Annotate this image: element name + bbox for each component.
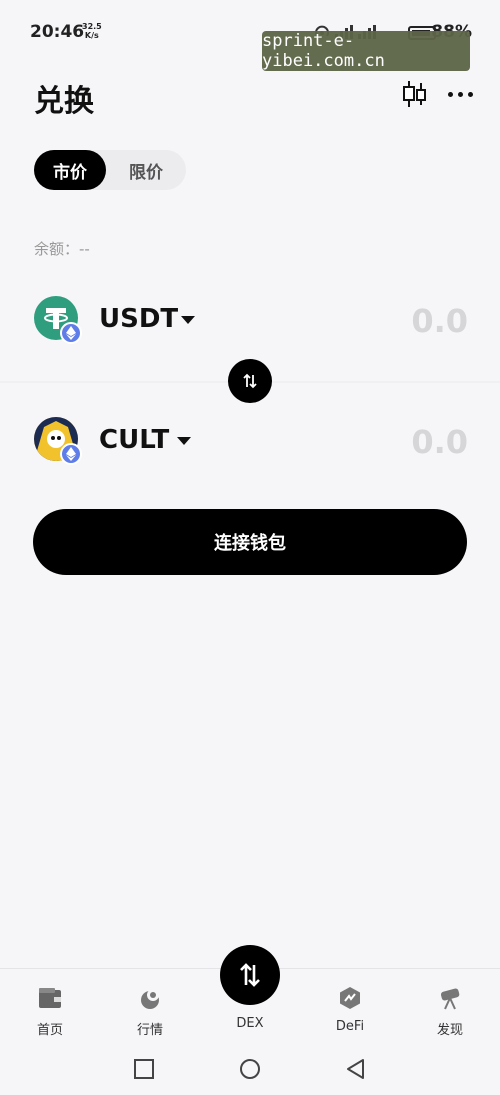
tab-limit[interactable]: 限价 <box>106 150 186 190</box>
ethereum-icon <box>60 322 82 344</box>
balance-label: 余额：-- <box>34 240 90 258</box>
swap-arrows-icon <box>243 373 257 389</box>
order-type-tabs: 市价 限价 <box>34 150 186 190</box>
from-token-row: USDT 0.0 <box>34 296 468 346</box>
network-speed: 32.5 K/s <box>82 22 102 40</box>
ethereum-icon <box>60 443 82 465</box>
telescope-icon <box>437 985 463 1011</box>
to-amount-input[interactable]: 0.0 <box>411 423 468 461</box>
more-dots-icon[interactable] <box>448 86 476 102</box>
network-speed-unit: K/s <box>84 31 99 40</box>
nav-label-discover: 发现 <box>436 1023 463 1038</box>
nav-item-home[interactable]: 首页 <box>15 985 85 1038</box>
home-icon[interactable] <box>239 1058 261 1080</box>
nav-item-discover[interactable]: 发现 <box>415 985 485 1038</box>
to-token-row: CULT 0.0 <box>34 417 468 467</box>
swap-direction-button[interactable] <box>228 359 272 403</box>
defi-icon <box>337 985 363 1011</box>
status-time: 20:46 <box>30 22 85 42</box>
watermark: sprint-e-yibei.com.cn <box>262 31 470 71</box>
chevron-down-icon[interactable] <box>181 316 195 324</box>
swap-icon <box>240 963 260 987</box>
system-nav-bar <box>0 1040 500 1095</box>
tab-market[interactable]: 市价 <box>34 150 106 190</box>
nav-label-market: 行情 <box>136 1023 163 1038</box>
page-title: 兑换 <box>34 84 94 119</box>
wallet-icon <box>37 985 63 1011</box>
market-icon <box>137 985 163 1011</box>
from-token-symbol[interactable]: USDT <box>99 304 178 334</box>
from-amount-input[interactable]: 0.0 <box>411 302 468 340</box>
network-speed-value: 32.5 <box>82 22 102 31</box>
nav-item-dex[interactable] <box>220 945 280 1005</box>
candlestick-icon[interactable] <box>402 80 428 108</box>
to-token-symbol[interactable]: CULT <box>99 425 169 455</box>
recent-apps-icon[interactable] <box>133 1058 155 1080</box>
nav-label-defi: DeFi <box>335 1019 365 1034</box>
nav-item-defi[interactable]: DeFi <box>315 985 385 1034</box>
chevron-down-icon[interactable] <box>177 437 191 445</box>
nav-label-home: 首页 <box>36 1023 63 1038</box>
back-icon[interactable] <box>345 1058 367 1080</box>
nav-label-dex: DEX <box>236 1016 264 1031</box>
nav-item-market[interactable]: 行情 <box>115 985 185 1038</box>
connect-wallet-button[interactable]: 连接钱包 <box>33 509 467 575</box>
